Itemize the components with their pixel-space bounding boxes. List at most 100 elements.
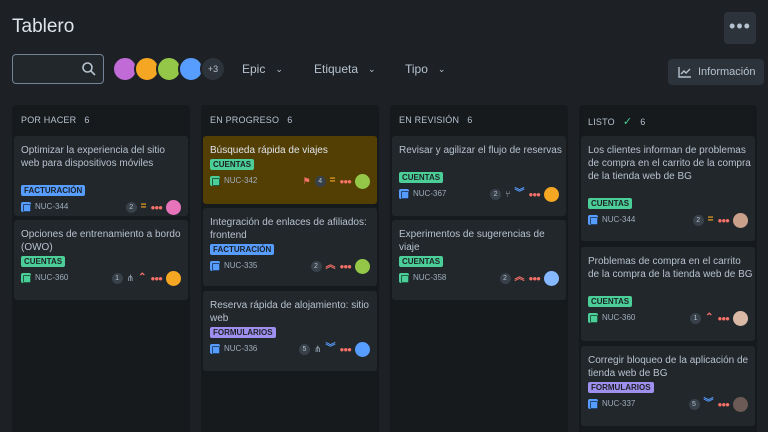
column-count: 6 [467, 115, 473, 125]
column-count: 6 [84, 115, 90, 125]
estimate-badge: 2 [692, 214, 704, 226]
issue-key[interactable]: NUC-336 [224, 344, 257, 353]
more-options-button[interactable]: ••• [724, 12, 756, 44]
card-footer: NUC-336 5 ⋔ ︾ ●●● [210, 341, 370, 357]
estimate-badge: 1 [111, 272, 123, 284]
issue-card[interactable]: Corregir bloqueo de la aplicación de tie… [581, 346, 755, 426]
column-title: EN PROGRESO [210, 115, 280, 125]
priority-icon: ︾ [514, 188, 525, 199]
story-icon [399, 273, 409, 283]
task-icon [210, 261, 220, 271]
card-title: Opciones de entrenamiento a bordo (OWO) [21, 229, 181, 253]
chevron-down-icon: ⌄ [368, 64, 376, 74]
status-dots-icon: ●●● [150, 202, 163, 212]
card-title: Reserva rápida de alojamiento: sitio web [210, 300, 369, 324]
issue-key[interactable]: NUC-358 [413, 273, 446, 282]
status-dots-icon: ●●● [339, 344, 352, 354]
card-footer: NUC-360 1 ⋔ ⌃ ●●● [21, 270, 181, 286]
assignee-avatar[interactable] [355, 341, 370, 357]
card-meta: 2 ︽ ●●● [499, 270, 559, 286]
filter-etiqueta[interactable]: Etiqueta ⌄ [314, 58, 376, 80]
priority-icon: ︽ [514, 272, 525, 283]
issue-card[interactable]: Los clientes informan de problemas de co… [581, 136, 755, 241]
issue-card[interactable]: Reserva rápida de alojamiento: sitio web… [203, 291, 377, 371]
column-header: POR HACER 6 [21, 115, 90, 125]
card-footer: NUC-344 2 = ●●● [588, 212, 748, 228]
card-title: Revisar y agilizar el flujo de reservas [399, 145, 562, 156]
card-title: Experimentos de sugerencias de viaje [399, 229, 545, 253]
card-tag[interactable]: CUENTAS [210, 159, 255, 170]
card-tag[interactable]: CUENTAS [588, 198, 633, 209]
assignee-avatar[interactable] [355, 173, 370, 189]
priority-icon: ︾ [703, 398, 714, 409]
card-tag[interactable]: CUENTAS [588, 296, 633, 307]
assignee-avatar[interactable] [355, 258, 370, 274]
issue-key[interactable]: NUC-367 [413, 189, 446, 198]
status-dots-icon: ●●● [717, 399, 730, 409]
column-title: LISTO [588, 116, 615, 127]
card-tag[interactable]: FACTURACIÓN [210, 244, 275, 255]
chart-line-icon [678, 67, 691, 78]
card-footer: NUC-342 ⚑ 4 = ●●● [210, 173, 370, 189]
estimate-badge: 5 [688, 398, 700, 410]
task-icon [210, 344, 220, 354]
card-tag[interactable]: CUENTAS [399, 172, 444, 183]
card-tag[interactable]: FORMULARIOS [588, 382, 654, 393]
issue-card[interactable]: Problemas de compra en el carrito de la … [581, 247, 755, 341]
subtask-icon: ⋔ [126, 272, 135, 283]
status-dots-icon: ●●● [339, 261, 352, 271]
priority-icon: ⌃ [138, 272, 147, 283]
card-meta: 2 ⑂ ︾ ●●● [490, 186, 559, 202]
assignee-avatar[interactable] [544, 270, 559, 286]
issue-card[interactable]: Integración de enlaces de afiliados: fro… [203, 208, 377, 286]
assignee-avatar[interactable] [733, 212, 748, 228]
chevron-down-icon: ⌄ [437, 64, 446, 74]
issue-card[interactable]: Búsqueda rápida de viajes CUENTAS NUC-342 ⚑… [203, 136, 377, 204]
information-button[interactable]: Información [668, 59, 764, 85]
column-title: EN REVISIÓN [399, 115, 460, 125]
issue-card[interactable]: Optimizar la experiencia del sitio web p… [14, 136, 188, 216]
column-title: POR HACER [21, 115, 77, 125]
card-tag[interactable]: FACTURACIÓN [21, 185, 86, 196]
subtask-icon: ⋔ [313, 343, 322, 354]
column-header: EN REVISIÓN 6 [399, 115, 472, 125]
card-footer: NUC-360 1 ⌃ ●●● [588, 310, 748, 326]
card-tag[interactable]: FORMULARIOS [210, 327, 276, 338]
assignee-avatar[interactable] [733, 396, 748, 412]
priority-icon: ︾ [325, 343, 336, 354]
story-icon [210, 176, 220, 186]
task-icon [588, 399, 598, 409]
card-tag[interactable]: CUENTAS [399, 256, 444, 267]
issue-key[interactable]: NUC-344 [602, 215, 635, 224]
page-title: Tablero [12, 16, 75, 37]
card-tag[interactable]: CUENTAS [21, 256, 66, 267]
assignee-avatar[interactable] [733, 310, 748, 326]
issue-card[interactable]: Revisar y agilizar el flujo de reservas C… [392, 136, 566, 216]
search-input[interactable] [12, 54, 104, 84]
issue-key[interactable]: NUC-342 [224, 176, 257, 185]
card-footer: NUC-358 2 ︽ ●●● [399, 270, 559, 286]
task-icon [399, 189, 409, 199]
task-icon [21, 202, 31, 212]
avatars-more-badge[interactable]: +3 [200, 56, 226, 82]
status-dots-icon: ●●● [339, 176, 352, 186]
estimate-badge: 1 [690, 312, 702, 324]
issue-key[interactable]: NUC-360 [35, 273, 68, 282]
column-header: EN PROGRESO 6 [210, 115, 292, 125]
card-title: Corregir bloqueo de la aplicación de tie… [588, 355, 749, 379]
assignee-avatar[interactable] [166, 199, 181, 215]
issue-key[interactable]: NUC-344 [35, 202, 68, 211]
filter-epic[interactable]: Epic ⌄ [242, 58, 283, 80]
filter-tipo[interactable]: Tipo ⌄ [405, 58, 445, 80]
issue-key[interactable]: NUC-337 [602, 399, 635, 408]
assignee-avatar[interactable] [544, 186, 559, 202]
status-dots-icon: ●●● [528, 273, 541, 283]
card-meta: 1 ⌃ ●●● [690, 310, 748, 326]
issue-card[interactable]: Experimentos de sugerencias de viaje CUEN… [392, 220, 566, 300]
issue-card[interactable]: Opciones de entrenamiento a bordo (OWO) C… [14, 220, 188, 300]
issue-key[interactable]: NUC-360 [602, 313, 635, 322]
issue-key[interactable]: NUC-335 [224, 261, 257, 270]
information-label: Información [698, 66, 756, 78]
assignee-avatar[interactable] [166, 270, 181, 286]
column-count: 6 [287, 115, 293, 125]
